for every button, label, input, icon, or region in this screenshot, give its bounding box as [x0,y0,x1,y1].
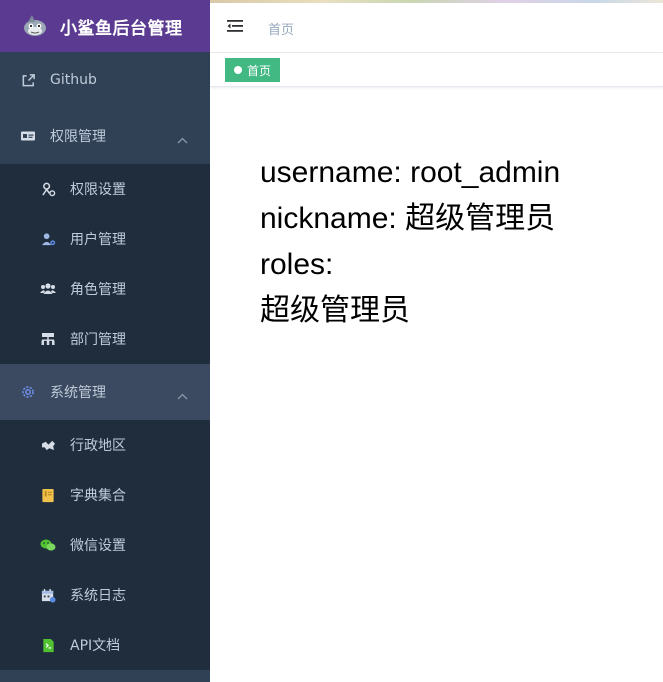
gear-icon [20,384,36,400]
sidebar-item-label: 用户管理 [70,232,126,248]
chevron-up-icon [177,388,188,404]
sidebar-item-label: 部门管理 [70,332,126,348]
sidebar-item-permission-settings[interactable]: 权限设置 [0,164,210,214]
sidebar-item-github[interactable]: Github [0,52,210,108]
sidebar-item-department-management[interactable]: 部门管理 [0,314,210,364]
tags-view: 首页 [210,53,663,87]
sidebar-item-system-log[interactable]: 系统日志 [0,570,210,620]
active-dot-icon [234,66,242,74]
tag-label: 首页 [247,63,272,78]
nickname-line: nickname: 超级管理员 [260,202,556,235]
sidebar-item-api-docs[interactable]: API文档 [0,620,210,670]
permission-icon [40,181,56,197]
sidebar-item-label: 权限设置 [70,182,126,198]
role-value: 超级管理员 [260,294,410,327]
org-tree-icon [40,331,56,347]
region-icon [40,437,56,453]
wechat-icon [40,537,56,553]
id-card-icon [20,128,36,144]
dictionary-icon [40,487,56,503]
sidebar-item-user-management[interactable]: 用户管理 [0,214,210,264]
calendar-log-icon [40,587,56,603]
sidebar-item-label: 系统日志 [70,588,126,604]
sidebar-item-label: 行政地区 [70,438,126,454]
logo-bar[interactable]: 小鲨鱼后台管理 [0,0,210,52]
sidebar-item-region[interactable]: 行政地区 [0,420,210,470]
username-line: username: root_admin [260,156,561,189]
sidebar-item-label: 微信设置 [70,538,126,554]
breadcrumb[interactable]: 首页 [268,19,294,38]
sidebar-item-label: 字典集合 [70,488,126,504]
sidebar-item-label: Github [50,72,97,88]
sidebar-item-dictionary[interactable]: 字典集合 [0,470,210,520]
app-title: 小鲨鱼后台管理 [60,18,183,39]
sidebar-item-wechat-settings[interactable]: 微信设置 [0,520,210,570]
shark-logo-icon [22,13,48,39]
navbar: 首页 [210,0,663,53]
sidebar-item-label: API文档 [70,638,121,654]
sidebar-item-role-management[interactable]: 角色管理 [0,264,210,314]
roles-line: roles: [260,248,334,281]
tag-home[interactable]: 首页 [225,58,281,82]
sidebar-footer [0,670,210,682]
sidebar-item-label: 角色管理 [70,282,126,298]
sidebar-group-system[interactable]: 系统管理 [0,364,210,420]
chevron-up-icon [177,132,188,148]
user-gear-icon [40,231,56,247]
menu-fold-icon[interactable] [226,17,244,35]
top-browser-strip [210,0,663,3]
sidebar-item-label: 权限管理 [50,129,106,145]
external-link-icon [20,72,36,88]
main-content: username: root_admin nickname: 超级管理员 rol… [260,150,660,334]
sidebar-group-permission[interactable]: 权限管理 [0,108,210,164]
sidebar-item-label: 系统管理 [50,385,106,401]
document-icon [40,637,56,653]
sidebar: 小鲨鱼后台管理 Github 权限管理 权限设置 用户管理 角色管理 部门管理 … [0,0,210,682]
group-icon [40,281,56,297]
